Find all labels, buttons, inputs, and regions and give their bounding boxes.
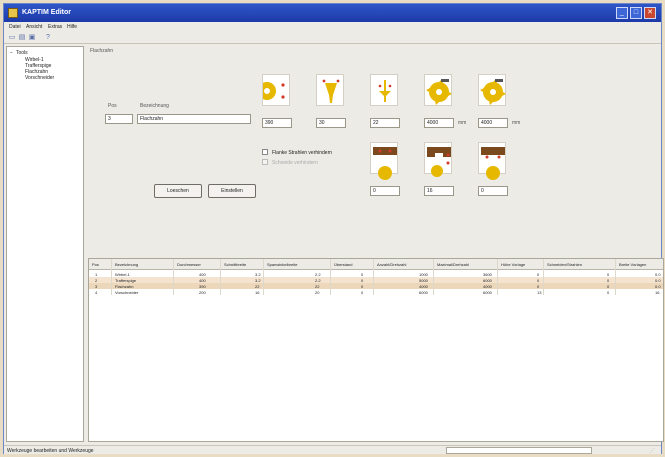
resize-grip-icon[interactable]: ⋰ — [650, 448, 658, 454]
schneide-checkbox-label: Schneide verhindern — [272, 160, 318, 166]
help-icon[interactable]: ? — [44, 34, 52, 42]
cell: 16 — [255, 290, 260, 295]
strahlen-checkbox-label: Flanke Strahlen verhindern — [272, 150, 333, 156]
col-maximal-drehzahl[interactable]: Maximal/Drehzahl — [437, 262, 469, 267]
col-bezeichnung[interactable]: Bezeichnung — [115, 262, 138, 267]
insert-button[interactable]: Einstellen — [208, 184, 256, 198]
open-icon[interactable]: ▤ — [18, 34, 26, 42]
tree-toggle[interactable]: − — [10, 50, 13, 56]
col-divider — [173, 259, 174, 295]
window-title: KAPTIM Editor — [22, 9, 71, 16]
col-ueberstand[interactable]: Überstand — [334, 262, 352, 267]
col-divider — [497, 259, 498, 295]
tools-table: Pos Bezeichnung Durchmesser Schnittbreit… — [88, 258, 664, 442]
menu-hilfe[interactable]: Hilfe — [67, 24, 77, 30]
cell: 200 — [199, 290, 206, 295]
new-icon[interactable]: ▭ — [8, 34, 16, 42]
unit-label: mm — [458, 120, 467, 126]
bottom-field-2[interactable]: 16 — [424, 186, 454, 196]
close-button[interactable]: ✕ — [644, 7, 656, 19]
toolbar: ▭ ▤ ▣ ? — [4, 32, 661, 44]
param-field-5[interactable]: 4000 — [478, 118, 508, 128]
menu-ansicht[interactable]: Ansicht — [26, 24, 42, 30]
col-schneiden[interactable]: Schneiden/Strahlen — [547, 262, 582, 267]
col-spanwinkel[interactable]: Spanwinkelbreite — [267, 262, 297, 267]
status-progress — [446, 447, 592, 454]
menu-extras[interactable]: Extras — [48, 24, 62, 30]
v-cutter-icon — [316, 74, 344, 106]
col-durchmesser[interactable]: Durchmesser — [177, 262, 201, 267]
col-divider — [373, 259, 374, 295]
name-field[interactable]: Flachzahn — [137, 114, 251, 124]
cell: 0 — [607, 290, 610, 295]
tree-item-vorschneider[interactable]: Vorschneider — [25, 75, 54, 81]
col-divider — [433, 259, 434, 295]
status-message: Werkzeuge bearbeiten und Werkzeuge — [7, 448, 94, 454]
pos-field[interactable]: 3 — [105, 114, 133, 124]
param-field-4[interactable]: 4000 — [424, 118, 454, 128]
app-window: KAPTIM Editor _ □ ✕ Datei Ansicht Extras… — [3, 3, 664, 454]
schneide-checkbox[interactable] — [262, 159, 268, 165]
col-schnittbreite[interactable]: Schnittbreite — [224, 262, 246, 267]
app-icon — [8, 8, 18, 18]
save-icon[interactable]: ▣ — [28, 34, 36, 42]
wood-edge-icon — [478, 142, 506, 180]
bottom-field-3[interactable]: 0 — [478, 186, 508, 196]
name-label: Bezeichnung — [140, 103, 169, 109]
col-divider — [263, 259, 264, 295]
strahlen-checkbox[interactable] — [262, 149, 268, 155]
tool-tree[interactable]: − Tools Wirbel-1 Trafferspige Flachzahn … — [6, 46, 84, 442]
col-divider — [543, 259, 544, 295]
menu-bar: Datei Ansicht Extras Hilfe — [4, 22, 661, 32]
pos-label: Pos — [108, 103, 117, 109]
wood-cut-icon — [370, 142, 398, 180]
param-field-1[interactable]: 390 — [262, 118, 292, 128]
bottom-field-1[interactable]: 0 — [370, 186, 400, 196]
cell: 4 — [95, 290, 98, 295]
title-bar: KAPTIM Editor _ □ ✕ — [4, 4, 661, 22]
circular-blade-icon — [262, 74, 290, 106]
cell: 6000 — [419, 290, 428, 295]
col-hoehe-vorlage[interactable]: Höhe Vorlage — [501, 262, 525, 267]
table-header: Pos Bezeichnung Durchmesser Schnittbreit… — [89, 259, 663, 270]
cell: 0 — [361, 290, 364, 295]
saw-blade-2-icon — [478, 74, 506, 106]
delete-button[interactable]: Loeschen — [154, 184, 202, 198]
unit-label-2: mm — [512, 120, 521, 126]
cell: 6000 — [483, 290, 492, 295]
menu-datei[interactable]: Datei — [9, 24, 21, 30]
maximize-button[interactable]: □ — [630, 7, 642, 19]
status-bar: Werkzeuge bearbeiten und Werkzeuge ⋰ — [4, 445, 661, 454]
cell: Vorschneider — [115, 290, 139, 295]
param-field-2[interactable]: 30 — [316, 118, 346, 128]
col-divider — [615, 259, 616, 295]
cell: 20 — [315, 290, 320, 295]
col-divider — [330, 259, 331, 295]
param-field-3[interactable]: 22 — [370, 118, 400, 128]
col-divider — [220, 259, 221, 295]
panel-title: Flachzahn — [90, 48, 114, 54]
shank-cutter-icon — [370, 74, 398, 106]
col-pos[interactable]: Pos — [92, 262, 99, 267]
col-anzahl-drehzahl[interactable]: Anzahl/Drehzahl — [377, 262, 406, 267]
table-row[interactable]: 4 Vorschneider 200 16 20 0 6000 6000 13 … — [89, 289, 663, 295]
tree-root-tools[interactable]: Tools — [16, 50, 28, 56]
cell: 13 — [537, 290, 542, 295]
col-breite-vorlagen[interactable]: Breite Vorlagen — [619, 262, 646, 267]
col-divider — [111, 259, 112, 295]
wood-groove-icon — [424, 142, 452, 177]
saw-blade-icon — [424, 74, 452, 106]
cell: 16 — [655, 290, 660, 295]
minimize-button[interactable]: _ — [616, 7, 628, 19]
